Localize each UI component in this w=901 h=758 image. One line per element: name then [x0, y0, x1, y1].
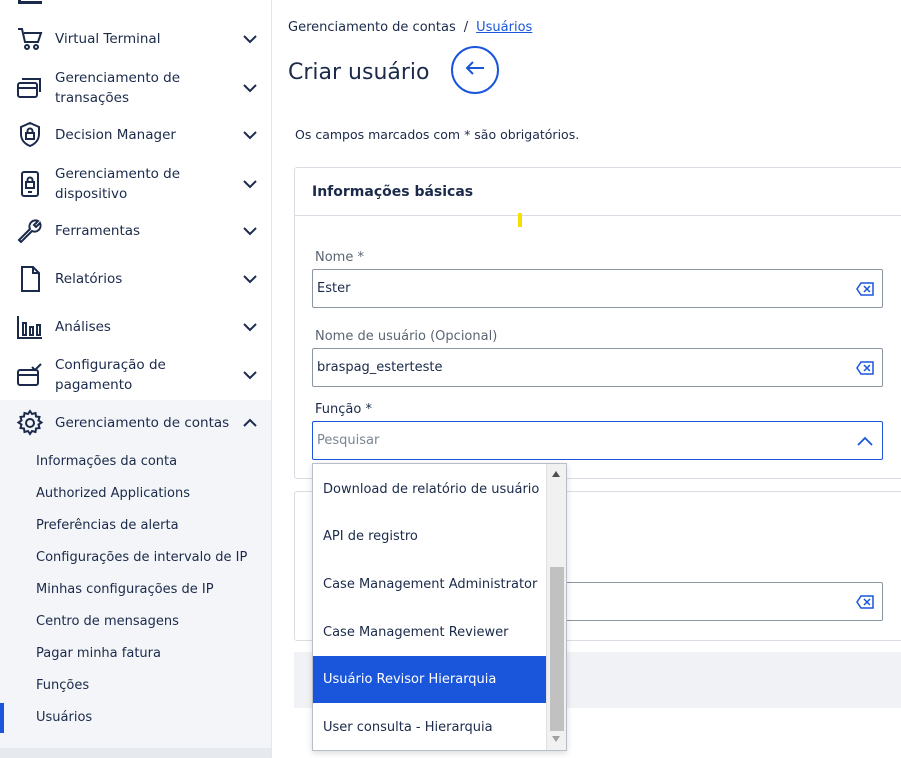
- breadcrumb-users-link[interactable]: Usuários: [476, 20, 532, 35]
- sidebar-item-label: Configuração de pagamento: [55, 357, 166, 393]
- card-title: Informações básicas: [312, 184, 474, 200]
- sidebar-subitem-pay-invoice[interactable]: Pagar minha fatura: [36, 646, 161, 661]
- clear-icon[interactable]: [856, 282, 874, 296]
- sidebar-item-label: Decision Manager: [55, 127, 176, 143]
- active-indicator: [0, 703, 4, 733]
- sidebar-item-label: Virtual Terminal: [55, 31, 161, 47]
- sidebar-subitem-alert-preferences[interactable]: Preferências de alerta: [36, 518, 179, 533]
- sidebar-item-label: Análises: [55, 319, 111, 335]
- chevron-down-icon: [242, 319, 258, 335]
- sidebar-item-payment-config[interactable]: Configuração de pagamento: [0, 357, 271, 393]
- sidebar-subitem-authorized-apps[interactable]: Authorized Applications: [36, 486, 190, 501]
- username-label: Nome de usuário (Opcional): [315, 329, 498, 344]
- sidebar-subitem-account-info[interactable]: Informações da conta: [36, 454, 177, 469]
- wrench-icon: [16, 217, 44, 245]
- chevron-down-icon: [242, 223, 258, 239]
- sidebar-item-account-management[interactable]: Gerenciamento de contas: [0, 400, 271, 446]
- role-search-input[interactable]: Pesquisar: [312, 421, 883, 460]
- role-dropdown-list: Download de relatório de usuário API de …: [312, 463, 567, 751]
- username-input[interactable]: braspag_esterteste: [312, 348, 883, 387]
- sidebar-item-analytics[interactable]: Análises: [0, 312, 271, 342]
- breadcrumb-separator: /: [463, 20, 469, 35]
- device-lock-icon: [16, 170, 44, 198]
- gear-icon: [16, 409, 44, 437]
- scroll-up-arrow-icon[interactable]: [552, 471, 560, 477]
- payment-config-icon: [16, 361, 44, 389]
- dropdown-option-selected[interactable]: Usuário Revisor Hierarquia: [313, 656, 546, 703]
- sidebar-item-virtual-terminal[interactable]: Virtual Terminal: [0, 24, 271, 54]
- basic-info-card: Informações básicas Nome * Ester Nome de…: [294, 167, 901, 479]
- dropdown-option[interactable]: API de registro: [313, 513, 546, 560]
- breadcrumb-parent: Gerenciamento de contas: [288, 20, 456, 35]
- back-button[interactable]: [451, 46, 499, 94]
- sidebar-item-tools[interactable]: Ferramentas: [0, 216, 271, 246]
- chevron-up-icon[interactable]: [856, 433, 874, 449]
- chevron-down-icon: [242, 176, 258, 192]
- sidebar-item-decision-manager[interactable]: Decision Manager: [0, 120, 271, 150]
- sidebar-subitem-users[interactable]: Usuários: [36, 710, 92, 725]
- dropdown-scrollbar[interactable]: [546, 464, 566, 750]
- sidebar-item-label: Gerenciamento de contas: [55, 415, 230, 431]
- required-fields-note: Os campos marcados com * são obrigatório…: [295, 127, 580, 142]
- sidebar-item-reports[interactable]: Relatórios: [0, 264, 271, 294]
- username-value: braspag_esterteste: [317, 360, 443, 375]
- page-title: Criar usuário: [288, 60, 430, 85]
- breadcrumb: Gerenciamento de contas / Usuários: [288, 20, 532, 35]
- sidebar-item-label: Relatórios: [55, 271, 123, 287]
- card-header: Informações básicas: [295, 168, 901, 216]
- sidebar-item-label: Gerenciamento de transações: [55, 70, 181, 106]
- clear-icon[interactable]: [856, 361, 874, 375]
- shield-lock-icon: [16, 121, 44, 149]
- name-label: Nome *: [315, 250, 364, 265]
- dropdown-option[interactable]: Download de relatório de usuário: [313, 466, 546, 513]
- name-value: Ester: [317, 281, 351, 296]
- chevron-down-icon: [242, 80, 258, 96]
- chevron-down-icon: [242, 367, 258, 383]
- card-stack-icon: [16, 74, 44, 102]
- sidebar-item-label: Ferramentas: [55, 223, 141, 239]
- dropdown-option[interactable]: Case Management Administrator: [313, 561, 546, 608]
- clear-icon[interactable]: [856, 595, 874, 609]
- sidebar-subitem-ip-range-settings[interactable]: Configurações de intervalo de IP: [36, 550, 247, 565]
- sidebar-item-label: Gerenciamento de dispositivo: [55, 166, 181, 202]
- role-label: Função *: [315, 402, 372, 417]
- sidebar-subitem-my-ip-settings[interactable]: Minhas configurações de IP: [36, 582, 214, 597]
- partial-icon: [18, 0, 42, 4]
- sidebar: Virtual Terminal Gerenciamento de transa…: [0, 0, 272, 758]
- sidebar-item-device-management[interactable]: Gerenciamento de dispositivo: [0, 162, 271, 206]
- chevron-down-icon: [242, 31, 258, 47]
- document-icon: [16, 265, 44, 293]
- name-input[interactable]: Ester: [312, 269, 883, 308]
- chevron-down-icon: [242, 271, 258, 287]
- dropdown-option[interactable]: Case Management Reviewer: [313, 609, 546, 656]
- scrollbar-thumb[interactable]: [550, 567, 564, 731]
- bar-chart-icon: [16, 313, 44, 341]
- sidebar-footer: [0, 748, 271, 758]
- chevron-down-icon: [242, 127, 258, 143]
- highlight-mark: [518, 213, 522, 227]
- chevron-up-icon: [242, 415, 258, 431]
- arrow-left-icon: [464, 60, 486, 80]
- dropdown-option[interactable]: User consulta - Hierarquia: [313, 704, 546, 750]
- sidebar-subitem-message-center[interactable]: Centro de mensagens: [36, 614, 179, 629]
- cart-icon: [16, 25, 44, 53]
- sidebar-item-transactions[interactable]: Gerenciamento de transações: [0, 66, 271, 110]
- role-placeholder: Pesquisar: [317, 433, 380, 448]
- sidebar-subitem-roles[interactable]: Funções: [36, 678, 89, 693]
- scroll-down-arrow-icon[interactable]: [552, 736, 560, 742]
